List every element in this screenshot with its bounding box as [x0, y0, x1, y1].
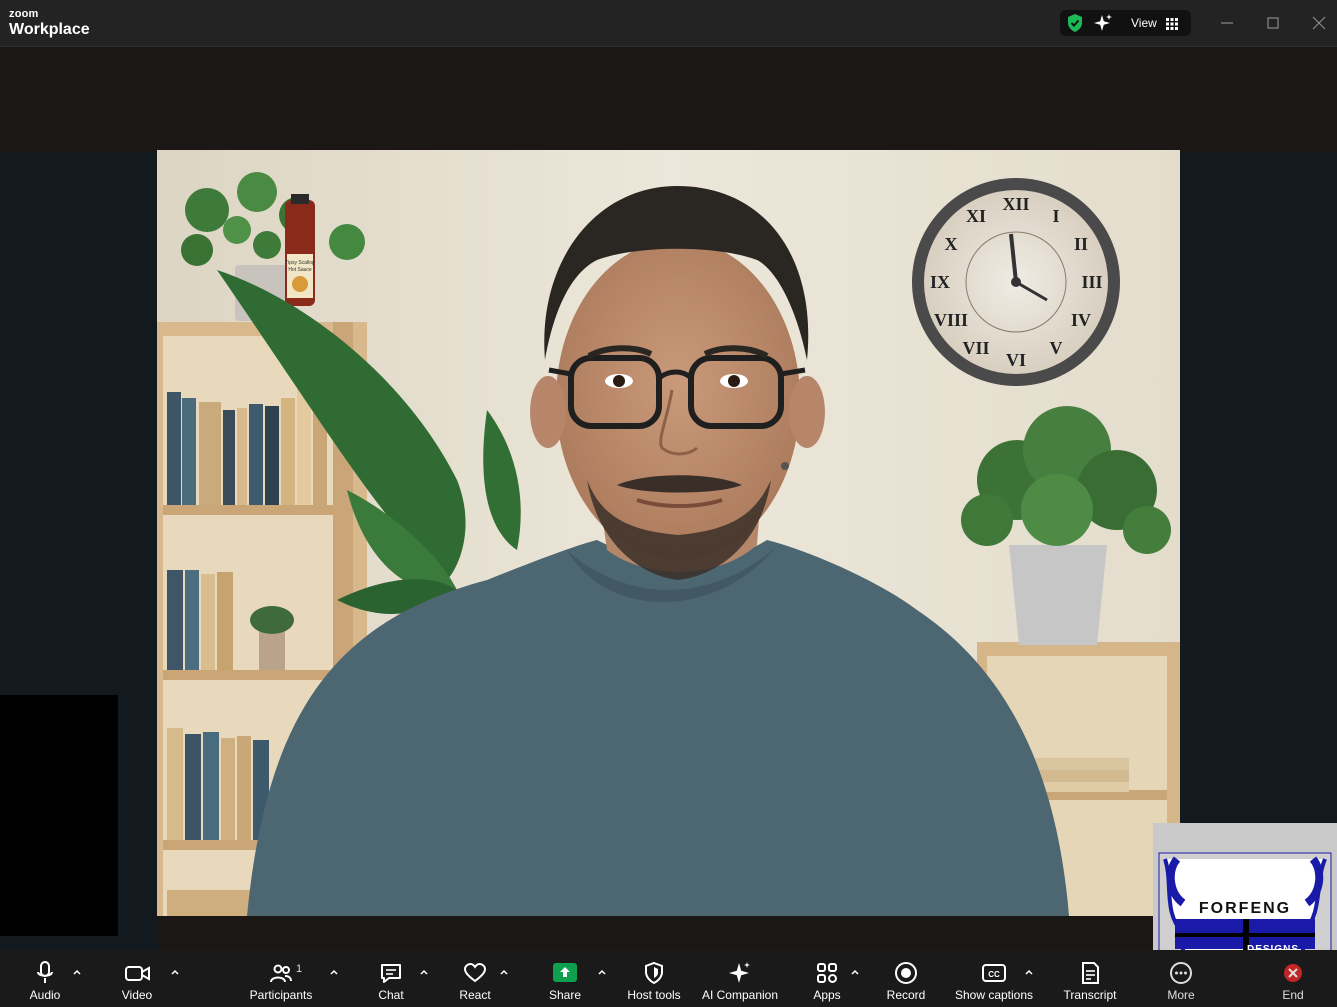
svg-text:V: V	[1050, 338, 1063, 358]
transcript-icon	[1078, 961, 1102, 985]
title-bar: zoom Workplace View	[0, 0, 1337, 47]
svg-text:III: III	[1081, 272, 1102, 292]
more-button[interactable]: More	[1158, 950, 1204, 1007]
maximize-icon[interactable]	[1262, 12, 1284, 34]
captions-options-chevron-icon[interactable]	[1024, 964, 1034, 975]
heart-icon	[463, 961, 487, 985]
transcript-label: Transcript	[1063, 988, 1117, 1002]
shield-icon	[643, 961, 665, 985]
share-screen-icon	[552, 961, 578, 985]
sparkle-icon[interactable]	[1093, 13, 1113, 33]
react-options-chevron-icon[interactable]	[499, 964, 509, 975]
svg-text:XI: XI	[966, 206, 986, 226]
top-controls-pill: View	[1060, 10, 1191, 36]
end-label: End	[1282, 988, 1304, 1002]
end-call-icon	[1283, 961, 1303, 985]
host-tools-button[interactable]: Host tools	[622, 950, 686, 1007]
svg-text:VI: VI	[1006, 350, 1026, 370]
self-view-tile[interactable]	[0, 695, 118, 936]
chat-options-chevron-icon[interactable]	[419, 964, 429, 975]
chat-label: Chat	[378, 988, 404, 1002]
view-button[interactable]: View	[1131, 16, 1157, 30]
record-button[interactable]: Record	[883, 950, 929, 1007]
brand-workplace-text: Workplace	[9, 21, 90, 38]
svg-text:IV: IV	[1071, 310, 1091, 330]
audio-options-chevron-icon[interactable]	[72, 964, 82, 975]
hot-sauce-bottle: Tipsy Scallop Hot Sauce	[285, 194, 315, 306]
wall-clock: XII I II III IV V VI VII VIII IX X XI	[912, 178, 1120, 386]
ai-companion-button[interactable]: AI Companion	[698, 950, 782, 1007]
participants-icon	[270, 961, 292, 985]
host-tools-label: Host tools	[627, 988, 681, 1002]
react-label: React	[459, 988, 491, 1002]
participants-options-chevron-icon[interactable]	[329, 964, 339, 975]
minimize-icon[interactable]	[1216, 12, 1238, 34]
chat-button[interactable]: Chat	[368, 950, 414, 1007]
svg-text:I: I	[1052, 206, 1059, 226]
more-label: More	[1167, 988, 1195, 1002]
apps-button[interactable]: Apps	[804, 950, 850, 1007]
record-icon	[894, 961, 918, 985]
meeting-toolbar: Audio Video Participants 1 Chat React Sh…	[0, 950, 1337, 1007]
apps-icon	[815, 961, 839, 985]
participants-button[interactable]: Participants	[246, 950, 316, 1007]
logo-text-forfeng: FORFENG	[1199, 900, 1291, 917]
video-options-chevron-icon[interactable]	[170, 964, 180, 975]
svg-text:II: II	[1074, 234, 1088, 254]
close-icon[interactable]	[1308, 12, 1330, 34]
participants-label: Participants	[249, 988, 313, 1002]
apps-label: Apps	[813, 988, 841, 1002]
share-button[interactable]: Share	[542, 950, 588, 1007]
svg-text:IX: IX	[930, 272, 950, 292]
video-label: Video	[121, 988, 153, 1002]
bottle-label-line2: Hot Sauce	[288, 267, 312, 273]
show-captions-button[interactable]: CC Show captions	[950, 950, 1038, 1007]
grid-icon[interactable]	[1166, 17, 1178, 30]
closed-captions-icon: CC	[982, 961, 1006, 985]
app-brand: zoom Workplace	[9, 9, 90, 38]
audio-label: Audio	[29, 988, 61, 1002]
ai-sparkle-icon	[728, 961, 752, 985]
brand-zoom-text: zoom	[9, 8, 39, 20]
more-dots-icon	[1169, 961, 1193, 985]
bottle-label-line1: Tipsy Scallop	[285, 260, 315, 266]
transcript-button[interactable]: Transcript	[1060, 950, 1120, 1007]
share-options-chevron-icon[interactable]	[597, 964, 607, 975]
share-label: Share	[548, 988, 582, 1002]
record-label: Record	[886, 988, 926, 1002]
shield-check-icon[interactable]	[1065, 13, 1085, 33]
show-captions-label: Show captions	[954, 988, 1034, 1002]
svg-text:X: X	[945, 234, 958, 254]
svg-text:VIII: VIII	[934, 310, 968, 330]
speaker-video[interactable]: Tipsy Scallop Hot Sauce XII I II III IV …	[157, 150, 1180, 916]
video-camera-icon	[125, 961, 151, 985]
svg-text:CC: CC	[988, 970, 1000, 979]
svg-text:VII: VII	[962, 338, 989, 358]
svg-text:XII: XII	[1002, 194, 1029, 214]
microphone-icon	[35, 961, 55, 985]
react-button[interactable]: React	[452, 950, 498, 1007]
apps-options-chevron-icon[interactable]	[850, 964, 860, 975]
participants-count-badge: 1	[296, 963, 303, 975]
audio-button[interactable]: Audio	[22, 950, 68, 1007]
chat-bubble-icon	[379, 961, 403, 985]
end-button[interactable]: End	[1270, 950, 1316, 1007]
ai-companion-label: AI Companion	[701, 988, 779, 1002]
video-button[interactable]: Video	[114, 950, 160, 1007]
